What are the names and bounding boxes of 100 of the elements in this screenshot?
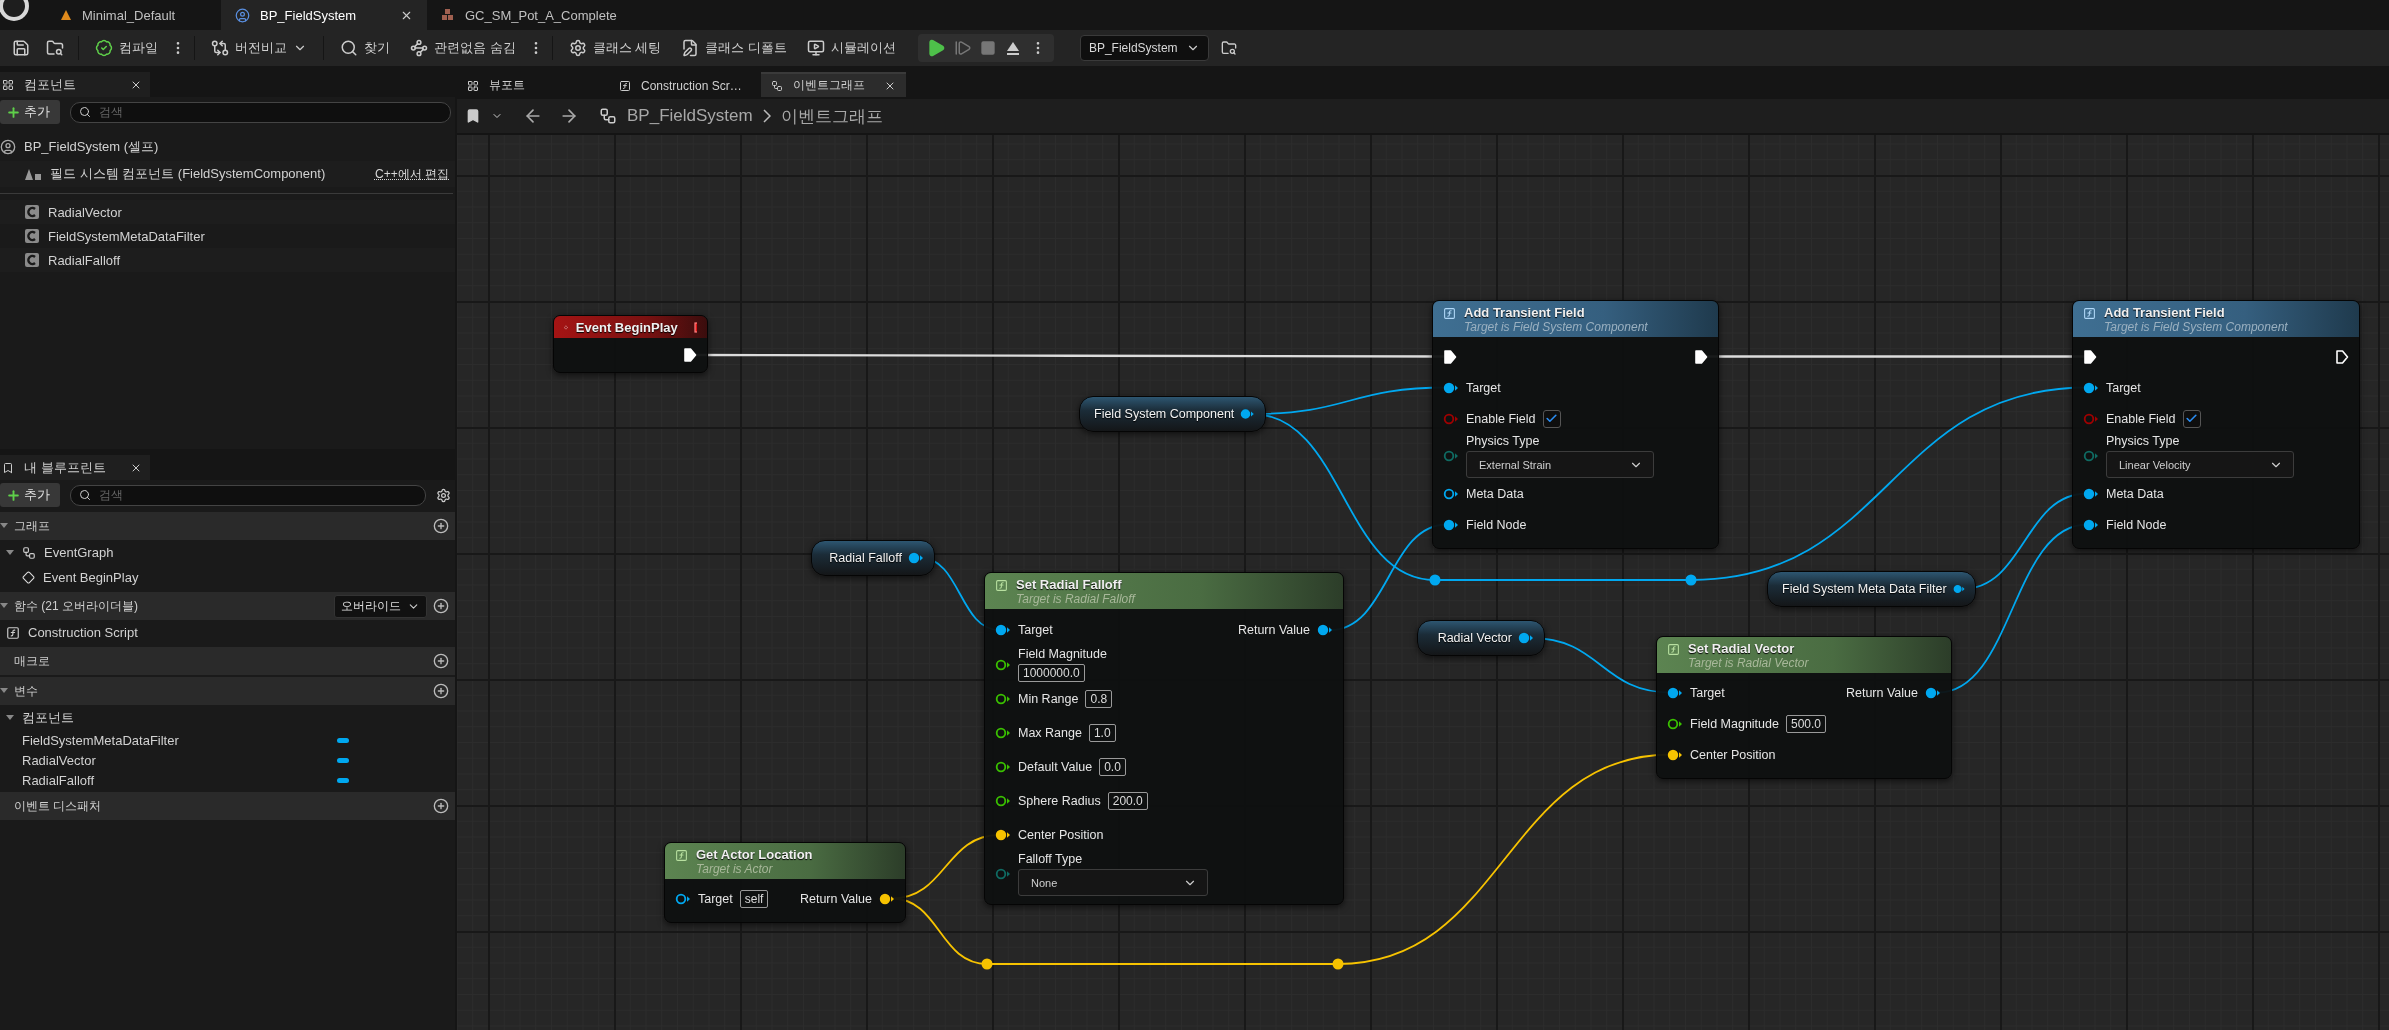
- toolbar-button[interactable]: 컴파일: [87, 35, 166, 61]
- value-field[interactable]: 0.0: [1099, 758, 1126, 776]
- pin-icon[interactable]: [675, 892, 691, 905]
- debug-object-dropdown[interactable]: BP_FieldSystem: [1079, 35, 1209, 61]
- expand-arrow-icon[interactable]: [0, 687, 8, 695]
- step-icon[interactable]: [953, 39, 972, 57]
- pin-icon[interactable]: [995, 727, 1011, 739]
- pin-icon[interactable]: [995, 693, 1011, 705]
- pin-icon[interactable]: [1240, 408, 1255, 420]
- reroute-node[interactable]: [981, 958, 993, 970]
- pin-icon[interactable]: [995, 761, 1011, 773]
- value-field[interactable]: 1.0: [1088, 724, 1116, 742]
- enum-dropdown[interactable]: External Strain: [1466, 451, 1654, 478]
- tree-item[interactable]: FieldSystemMetaDataFilter: [0, 224, 455, 248]
- add-icon[interactable]: [433, 598, 449, 614]
- override-dropdown[interactable]: 오버라이드: [334, 594, 427, 618]
- app-tab[interactable]: Minimal_Default: [46, 0, 221, 30]
- pin-icon[interactable]: [1667, 717, 1683, 730]
- section-header[interactable]: 변수: [0, 677, 455, 705]
- variable-node[interactable]: Radial Vector: [1417, 620, 1545, 656]
- toolbar-button[interactable]: 클래스 디폴트: [673, 35, 795, 61]
- checkbox[interactable]: [2182, 409, 2201, 428]
- pin-icon[interactable]: [2083, 487, 2099, 500]
- tree-item[interactable]: EventGraph: [0, 540, 455, 565]
- pin-icon[interactable]: [2083, 518, 2099, 531]
- exec-pin-icon[interactable]: [683, 347, 697, 363]
- breadcrumb-item[interactable]: 이벤트그래프: [780, 104, 883, 128]
- tree-item[interactable]: Event BeginPlay: [0, 565, 455, 590]
- toolbar-button[interactable]: 클래스 세팅: [560, 35, 670, 61]
- variable-node[interactable]: Radial Falloff: [811, 540, 935, 576]
- function-node[interactable]: Add Transient Field Target is Field System Component Target Enable Field Physics Type External Strain Meta Data Field Node: [1432, 300, 1719, 549]
- breadcrumb-item[interactable]: BP_FieldSystem: [627, 106, 753, 126]
- pin-icon[interactable]: [995, 795, 1011, 807]
- panel-tab[interactable]: 컴포넌트: [0, 72, 150, 97]
- function-node[interactable]: Add Transient Field Target is Field System Component Target Enable Field Physics Type Linear Velocity Meta Data Field Node: [2072, 300, 2360, 549]
- tree-item[interactable]: BP_FieldSystem (셀프): [0, 133, 455, 161]
- pin-icon[interactable]: [1317, 624, 1333, 636]
- toolbar-button[interactable]: 찾기: [332, 35, 398, 61]
- exec-pin-icon[interactable]: [1443, 348, 1457, 365]
- tree-item[interactable]: FieldSystemMetaDataFilter: [0, 730, 455, 750]
- pin-icon[interactable]: [2083, 381, 2099, 394]
- pin-icon[interactable]: [995, 658, 1011, 671]
- pin-icon[interactable]: [1518, 632, 1534, 644]
- tree-item[interactable]: Construction Script: [0, 620, 455, 645]
- function-node[interactable]: Set Radial Vector Target is Radial Vector Target Return Value Field Magnitude 500.0 Center Position: [1656, 636, 1952, 779]
- checkbox[interactable]: [1542, 409, 1561, 428]
- bookmark-icon[interactable]: [465, 108, 481, 124]
- pin-icon[interactable]: [995, 624, 1011, 636]
- value-field[interactable]: 500.0: [1785, 714, 1826, 733]
- pin-icon[interactable]: [1443, 487, 1459, 500]
- add-icon[interactable]: [433, 653, 449, 669]
- add-icon[interactable]: [433, 798, 449, 814]
- section-header[interactable]: 그래프: [0, 512, 455, 540]
- section-header[interactable]: 함수 (21 오버라이더블) 오버라이드: [0, 592, 455, 620]
- section-header[interactable]: 이벤트 디스패처: [0, 792, 455, 820]
- pin-icon[interactable]: [1443, 518, 1459, 531]
- pin-icon[interactable]: [1952, 583, 1965, 595]
- pin-icon[interactable]: [1667, 748, 1683, 761]
- add-button[interactable]: 추가: [0, 100, 60, 124]
- stop-icon[interactable]: [979, 40, 996, 56]
- enum-dropdown[interactable]: Linear Velocity: [2106, 451, 2294, 478]
- expand-arrow-icon[interactable]: [6, 548, 14, 557]
- exec-pin-icon[interactable]: [2083, 348, 2097, 365]
- edit-in-cpp-link[interactable]: C++에서 편집: [375, 165, 449, 183]
- app-tab[interactable]: GC_SM_Pot_A_Complete: [427, 0, 687, 30]
- save-icon[interactable]: [12, 39, 30, 57]
- reroute-node[interactable]: [1429, 574, 1441, 586]
- editor-tab[interactable]: 이벤트그래프: [761, 72, 906, 97]
- folder-search-icon[interactable]: [46, 39, 64, 57]
- pin-icon[interactable]: [1667, 686, 1683, 699]
- toolbar-button[interactable]: 버전비교: [203, 35, 315, 61]
- function-node[interactable]: Set Radial Falloff Target is Radial Falloff Target Return Value Field Magnitude 1000000.0 Min Range 0.8 Max Range 1.0 Default Value 0.0 Sphere Radius 200.0 Center Position Falloff Type None: [984, 572, 1344, 905]
- expand-arrow-icon[interactable]: [0, 522, 8, 530]
- pin-icon[interactable]: [1443, 381, 1459, 394]
- folder-search-icon[interactable]: [1220, 40, 1237, 56]
- expand-arrow-icon[interactable]: [0, 602, 8, 610]
- add-icon[interactable]: [433, 518, 449, 534]
- toolbar-button[interactable]: 관련없음 숨김: [402, 35, 524, 61]
- section-header[interactable]: 매크로: [0, 647, 455, 675]
- exec-pin-icon[interactable]: [1694, 348, 1708, 365]
- pin-icon[interactable]: [1925, 686, 1941, 699]
- value-field[interactable]: self: [739, 889, 769, 908]
- event-node[interactable]: Event BeginPlay: [553, 315, 708, 373]
- pin-icon[interactable]: [908, 552, 924, 564]
- add-icon[interactable]: [433, 683, 449, 699]
- pin-icon[interactable]: [879, 892, 895, 905]
- reroute-node[interactable]: [1332, 958, 1344, 970]
- add-button[interactable]: 추가: [0, 483, 60, 507]
- enum-dropdown[interactable]: None: [1018, 869, 1208, 896]
- tree-item[interactable]: RadialFalloff: [0, 770, 455, 790]
- toolbar-button[interactable]: 시뮬레이션: [798, 35, 904, 61]
- panel-tab[interactable]: 내 블루프린트: [0, 455, 150, 480]
- exec-pin-icon[interactable]: [2335, 348, 2349, 365]
- reroute-node[interactable]: [1685, 574, 1697, 586]
- expand-arrow-icon[interactable]: [6, 713, 14, 722]
- function-node[interactable]: Get Actor Location Target is Actor Target self Return Value: [664, 842, 906, 923]
- value-field[interactable]: 200.0: [1107, 792, 1148, 810]
- variable-node[interactable]: Field System Component: [1079, 396, 1266, 432]
- pin-icon[interactable]: [995, 829, 1011, 841]
- value-field[interactable]: 0.8: [1085, 690, 1113, 708]
